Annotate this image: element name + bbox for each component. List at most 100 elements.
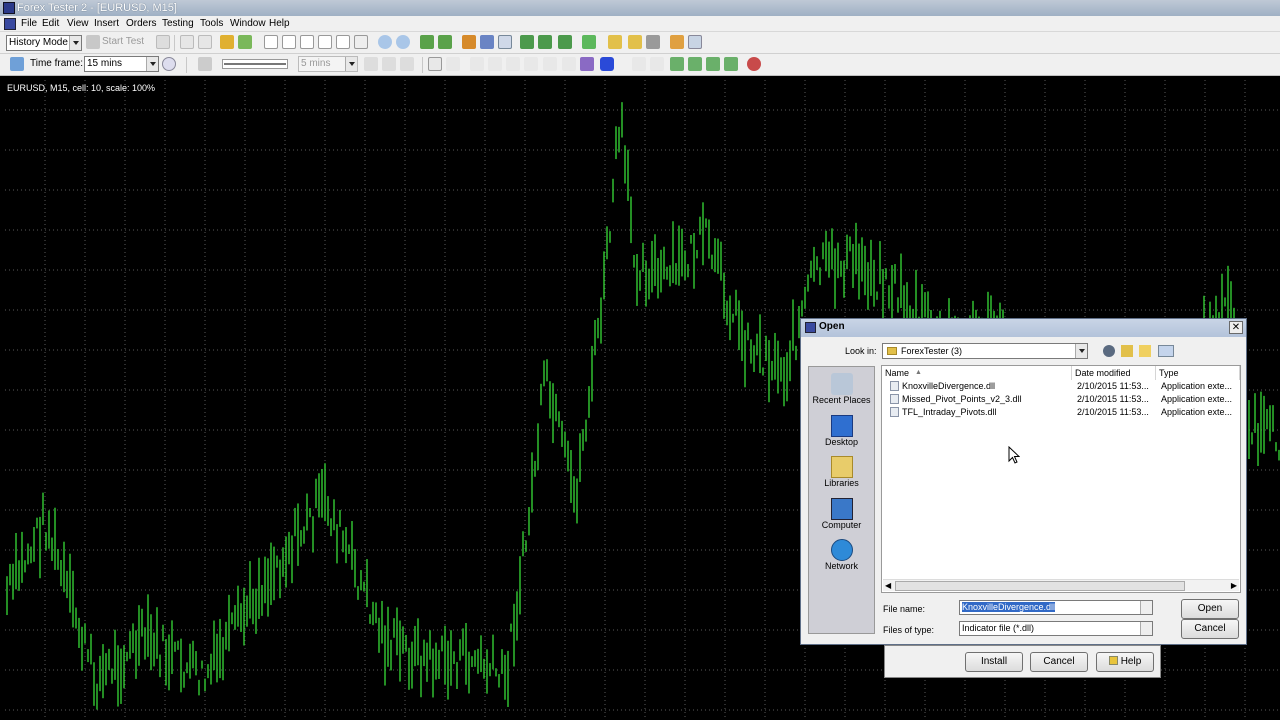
look-in-select[interactable]: ForexTester (3) (882, 343, 1088, 359)
scroll-right-icon[interactable]: ▶ (1231, 581, 1237, 590)
wave-icon[interactable] (543, 57, 557, 71)
trendline-icon[interactable] (506, 57, 520, 71)
scroll-left-icon[interactable]: ◀ (885, 581, 891, 590)
mode-select[interactable]: History Mode (6, 35, 82, 51)
menu-window[interactable]: Window (230, 17, 266, 31)
document-icon[interactable] (4, 18, 16, 30)
up-folder-icon[interactable] (1121, 345, 1133, 357)
grid-icon[interactable] (480, 35, 494, 49)
pause-icon[interactable] (198, 57, 212, 71)
start-test-button[interactable]: Start Test (102, 36, 144, 47)
windows-icon[interactable] (688, 35, 702, 49)
column-name[interactable]: Name ▲ (882, 366, 1072, 380)
view-menu-icon[interactable] (1158, 345, 1174, 357)
close-order-icon[interactable] (336, 35, 350, 49)
files-of-type-select[interactable]: Indicator file (*.dll) (959, 621, 1153, 636)
cancel-button[interactable]: Cancel (1181, 619, 1239, 639)
horizontal-line-icon[interactable] (488, 57, 502, 71)
crosshair-icon[interactable] (446, 57, 460, 71)
text-icon[interactable] (562, 57, 576, 71)
export-icon[interactable] (238, 35, 252, 49)
brush-icon[interactable] (628, 35, 642, 49)
indicator-icon[interactable] (462, 35, 476, 49)
chevron-down-icon[interactable] (1140, 622, 1152, 635)
menu-help[interactable]: Help (269, 17, 290, 31)
file-list[interactable]: Name ▲ Date modified Type KnoxvilleDiver… (881, 365, 1241, 593)
step-back-icon[interactable] (364, 57, 378, 71)
step-select[interactable]: 5 mins (298, 56, 358, 72)
period-separator-icon[interactable] (558, 35, 572, 49)
place-libraries[interactable]: Libraries (809, 456, 874, 488)
vertical-line-icon[interactable] (470, 57, 484, 71)
fibo-extension-icon[interactable] (706, 57, 720, 71)
menu-file[interactable]: File (21, 17, 37, 31)
open-button[interactable]: Open (1181, 599, 1239, 619)
place-computer[interactable]: Computer (809, 498, 874, 530)
add-icon[interactable] (582, 35, 596, 49)
add-chart-icon[interactable] (10, 57, 24, 71)
file-name-input[interactable]: KnoxvilleDivergence.dll (959, 600, 1153, 615)
step-forward-icon[interactable] (400, 57, 414, 71)
column-date[interactable]: Date modified (1072, 366, 1156, 380)
file-row[interactable]: Missed_Pivot_Points_v2_3.dll 2/10/2015 1… (886, 393, 1238, 406)
file-row[interactable]: KnoxvilleDivergence.dll 2/10/2015 11:53.… (886, 380, 1238, 393)
bar-chart-icon[interactable] (420, 35, 434, 49)
candle-chart-icon[interactable] (438, 35, 452, 49)
place-recent[interactable]: Recent Places (809, 373, 874, 405)
lines-icon[interactable] (632, 57, 646, 71)
play-icon[interactable] (86, 35, 100, 49)
fibo-icon[interactable] (650, 57, 664, 71)
zoom-in-icon[interactable] (378, 35, 392, 49)
camera-icon[interactable] (646, 35, 660, 49)
install-cancel-button[interactable]: Cancel (1030, 652, 1088, 672)
check-icon[interactable] (318, 35, 332, 49)
delete-objects-icon[interactable] (747, 57, 761, 71)
chevron-down-icon[interactable] (1075, 344, 1087, 358)
channel-icon[interactable] (524, 57, 538, 71)
fibo-fan-icon[interactable] (670, 57, 684, 71)
install-button[interactable]: Install (965, 652, 1023, 672)
andrews-pitchfork-icon[interactable] (724, 57, 738, 71)
cursor-icon[interactable] (428, 57, 442, 71)
new-folder-icon[interactable] (1139, 345, 1151, 357)
step-icon[interactable] (382, 57, 396, 71)
speed-slider[interactable] (222, 59, 288, 69)
new-order-icon[interactable] (264, 35, 278, 49)
horizontal-scrollbar[interactable]: ◀ ▶ (883, 579, 1239, 591)
coins-icon[interactable] (220, 35, 234, 49)
column-type[interactable]: Type (1156, 366, 1240, 380)
pending-order-icon[interactable] (282, 35, 296, 49)
timeframe-select[interactable]: 15 mins (84, 56, 159, 72)
menu-orders[interactable]: Orders (126, 17, 157, 31)
scroll-thumb[interactable] (895, 581, 1185, 591)
install-help-button[interactable]: Help (1096, 652, 1154, 672)
strategy-icon[interactable] (670, 35, 684, 49)
shapes-icon[interactable] (600, 57, 614, 71)
chart-shift-icon[interactable] (520, 35, 534, 49)
place-network[interactable]: Network (809, 539, 874, 571)
paste-icon[interactable] (198, 35, 212, 49)
settings-icon[interactable] (156, 35, 170, 49)
chevron-down-icon[interactable] (146, 57, 158, 71)
menu-edit[interactable]: Edit (42, 17, 59, 31)
back-icon[interactable] (1103, 345, 1115, 357)
menu-tools[interactable]: Tools (200, 17, 223, 31)
refresh-icon[interactable] (162, 57, 176, 71)
target-icon[interactable] (354, 35, 368, 49)
chevron-down-icon[interactable] (69, 36, 81, 50)
modify-order-icon[interactable] (300, 35, 314, 49)
zoom-out-icon[interactable] (396, 35, 410, 49)
folder-icon[interactable] (608, 35, 622, 49)
fibo-arc-icon[interactable] (688, 57, 702, 71)
place-desktop[interactable]: Desktop (809, 415, 874, 447)
file-row[interactable]: TFL_Intraday_Pivots.dll 2/10/2015 11:53.… (886, 406, 1238, 419)
menu-insert[interactable]: Insert (94, 17, 119, 31)
label-icon[interactable] (580, 57, 594, 71)
autoscroll-icon[interactable] (538, 35, 552, 49)
copy-icon[interactable] (180, 35, 194, 49)
close-icon[interactable]: ✕ (1229, 321, 1243, 334)
chevron-down-icon[interactable] (1140, 601, 1152, 614)
menu-testing[interactable]: Testing (162, 17, 194, 31)
chevron-down-icon[interactable] (345, 57, 357, 71)
template-icon[interactable] (498, 35, 512, 49)
